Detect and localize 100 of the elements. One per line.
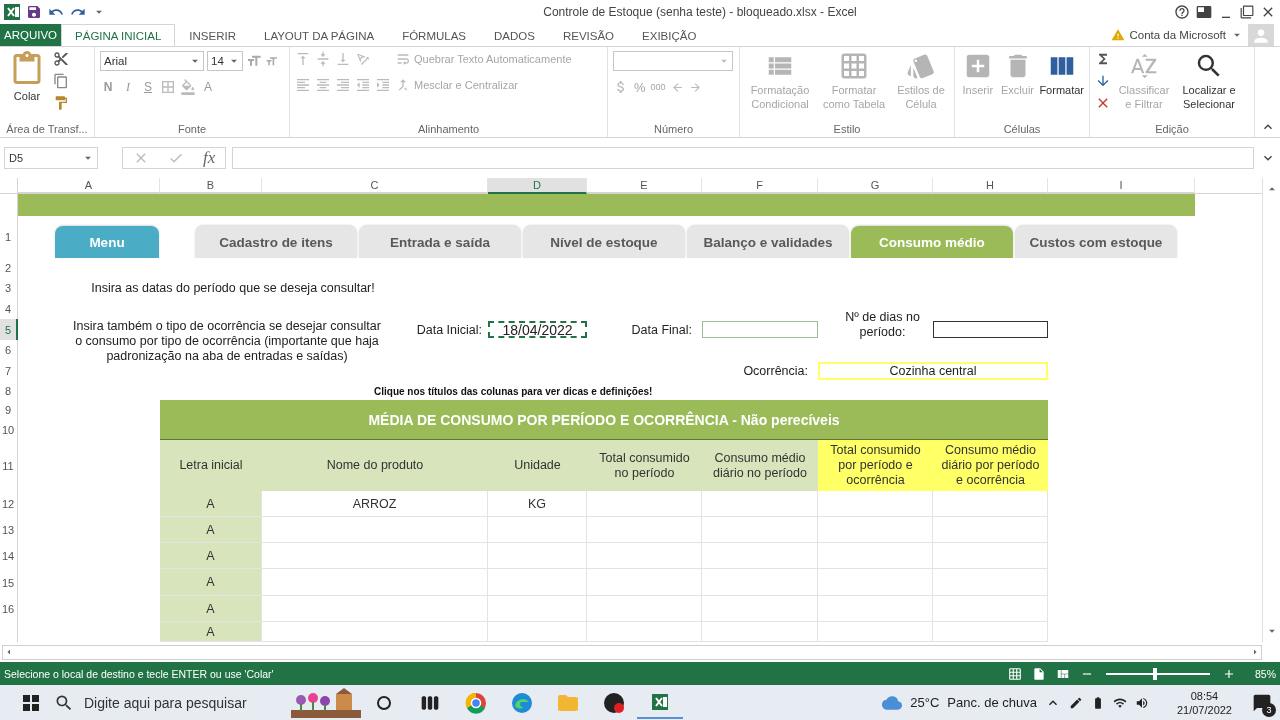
row-header[interactable]: 4 bbox=[0, 298, 18, 319]
column-header[interactable]: F bbox=[702, 178, 818, 194]
shrink-font-icon[interactable] bbox=[265, 54, 278, 68]
copy-icon[interactable] bbox=[53, 73, 69, 89]
row-header[interactable]: 12 bbox=[0, 491, 18, 517]
restore-icon[interactable] bbox=[1240, 5, 1254, 19]
column-heading[interactable]: Nome do produto bbox=[262, 440, 488, 491]
row-header[interactable]: 10 bbox=[0, 420, 18, 440]
column-header[interactable]: B bbox=[160, 178, 262, 194]
field-label: Ocorrência: bbox=[743, 364, 808, 378]
row-header[interactable]: 6 bbox=[0, 340, 18, 360]
row-header[interactable]: 11 bbox=[0, 440, 18, 491]
row-header[interactable]: 16 bbox=[0, 596, 18, 622]
table-cell: A bbox=[160, 543, 262, 569]
windows-logo-icon[interactable] bbox=[23, 694, 39, 711]
column-heading[interactable]: Letra inicial bbox=[160, 440, 262, 491]
column-header[interactable]: D bbox=[488, 178, 587, 194]
row-header[interactable]: 5 bbox=[0, 319, 18, 340]
temperature[interactable]: 25°C bbox=[910, 695, 940, 710]
column-header[interactable]: G bbox=[818, 178, 933, 194]
clock-date[interactable]: 21/07/2022 bbox=[1176, 702, 1232, 717]
weather-condition[interactable]: Panc. de chuva bbox=[947, 695, 1037, 710]
volume-icon[interactable] bbox=[1134, 695, 1149, 710]
grow-font-icon[interactable] bbox=[246, 53, 262, 69]
zoom-level[interactable]: 85% bbox=[1246, 667, 1276, 680]
group-label: Estilo bbox=[832, 122, 862, 137]
paste-button[interactable]: Colar bbox=[5, 51, 49, 103]
column-heading[interactable]: Consumo médio diário por período e ocorrência bbox=[933, 440, 1048, 491]
ribbon-tab[interactable]: PÁGINA INICIAL bbox=[61, 24, 176, 46]
window-title: Controle de Estoque (senha teste) - bloqueado.xlsx - Excel bbox=[542, 5, 858, 19]
insert-function-button[interactable]: fx bbox=[203, 148, 216, 168]
help-icon[interactable] bbox=[1174, 4, 1190, 20]
row-header[interactable]: 3 bbox=[0, 278, 18, 298]
format-painter-icon[interactable] bbox=[53, 95, 69, 111]
field-label: Nº de dias no período: bbox=[844, 310, 921, 340]
ribbon-options-icon[interactable] bbox=[1196, 4, 1212, 20]
normal-view-icon[interactable] bbox=[1008, 666, 1022, 681]
occurrence-field[interactable]: Cozinha central bbox=[818, 362, 1048, 380]
column-header[interactable]: I bbox=[1048, 178, 1195, 194]
number-format-field[interactable] bbox=[613, 51, 733, 71]
column-header[interactable]: E bbox=[587, 178, 702, 194]
date-field[interactable]: 18/04/2022 bbox=[488, 321, 587, 338]
horizontal-scrollbar[interactable] bbox=[2, 644, 1262, 660]
row-header[interactable]: 2 bbox=[0, 258, 18, 278]
days-field[interactable] bbox=[933, 321, 1048, 338]
cortana-icon[interactable] bbox=[376, 694, 392, 711]
column-heading[interactable]: Consumo médio diário no período bbox=[702, 440, 818, 491]
font-size-field[interactable]: 14 bbox=[207, 51, 243, 71]
slider-thumb[interactable] bbox=[1152, 667, 1157, 680]
status-message: Selecione o local de destino e tecle ENTER ou use 'Colar' bbox=[4, 667, 275, 680]
sheet-tab[interactable]: Entrada e saída bbox=[359, 226, 521, 258]
fill-down-icon[interactable] bbox=[1095, 73, 1111, 89]
sheet-tab[interactable]: Cadastro de itens bbox=[195, 226, 357, 258]
chrome-icon[interactable] bbox=[465, 691, 487, 714]
field-label: Data Final: bbox=[631, 322, 692, 337]
notification-count: 3 bbox=[1262, 702, 1276, 717]
page-layout-icon[interactable] bbox=[1032, 666, 1046, 681]
table-cell: A bbox=[160, 517, 262, 543]
format-button[interactable]: Formatar bbox=[1039, 51, 1084, 97]
file-tab[interactable]: ARQUIVO bbox=[0, 24, 62, 46]
column-heading[interactable]: Unidade bbox=[488, 440, 587, 491]
row-header[interactable]: 13 bbox=[0, 517, 18, 543]
row-header[interactable]: 1 bbox=[0, 216, 18, 258]
search-field[interactable]: Digite aqui para pesquisar bbox=[82, 693, 291, 712]
cut-icon[interactable] bbox=[53, 51, 69, 67]
row-header[interactable]: 14 bbox=[0, 543, 18, 569]
font-name-field[interactable]: Arial bbox=[100, 51, 204, 71]
row-header[interactable]: 7 bbox=[0, 360, 18, 382]
column-heading[interactable]: Total consumido no período bbox=[587, 440, 702, 491]
wrap-text-icon bbox=[395, 51, 411, 67]
name-box[interactable]: D5 bbox=[4, 147, 98, 169]
clock-time[interactable]: 08:54 bbox=[1190, 688, 1219, 703]
date-field[interactable] bbox=[702, 321, 818, 338]
column-header[interactable]: C bbox=[262, 178, 488, 194]
column-heading[interactable]: Total consumido por período e ocorrência bbox=[818, 440, 933, 491]
sheet-tab[interactable]: Nível de estoque bbox=[523, 226, 685, 258]
row-header[interactable]: 15 bbox=[0, 569, 18, 596]
find-button[interactable]: Localizar e Selecionar bbox=[1177, 51, 1241, 111]
save-icon[interactable] bbox=[26, 4, 42, 20]
group-label: Alinhamento bbox=[416, 122, 481, 137]
column-header[interactable]: A bbox=[18, 178, 160, 194]
sheet-tab[interactable]: Custos com estoque bbox=[1015, 226, 1177, 258]
group-label: Edição bbox=[1154, 122, 1190, 137]
table-cell: ARROZ bbox=[262, 491, 488, 517]
column-header[interactable]: H bbox=[933, 178, 1048, 194]
excel-logo-icon bbox=[652, 693, 668, 710]
sheet-tab[interactable]: Balanço e validades bbox=[687, 226, 849, 258]
table-cell: A bbox=[160, 569, 262, 596]
pen-icon[interactable] bbox=[1068, 695, 1083, 710]
row-header[interactable]: 8 bbox=[0, 382, 18, 400]
fill-color-icon[interactable] bbox=[180, 79, 196, 95]
account-name[interactable]: Conta da Microsoft bbox=[1129, 29, 1226, 41]
table-title: MÉDIA DE CONSUMO POR PERÍODO E OCORRÊNCIA - Não perecíveis bbox=[160, 400, 1048, 440]
table-cell: A bbox=[160, 622, 262, 642]
group-label: Células bbox=[1002, 122, 1042, 137]
recorder-icon[interactable] bbox=[603, 691, 625, 714]
edge-icon[interactable] bbox=[511, 691, 533, 714]
row-header[interactable]: 9 bbox=[0, 400, 18, 420]
instruction-text: Insira também o tipo de ocorrência se desejar consultar o consumo por tipo de ocorrência (importante que haja padronização na aba de entradas e saídas) bbox=[72, 319, 382, 364]
formula-field[interactable] bbox=[232, 147, 1254, 169]
